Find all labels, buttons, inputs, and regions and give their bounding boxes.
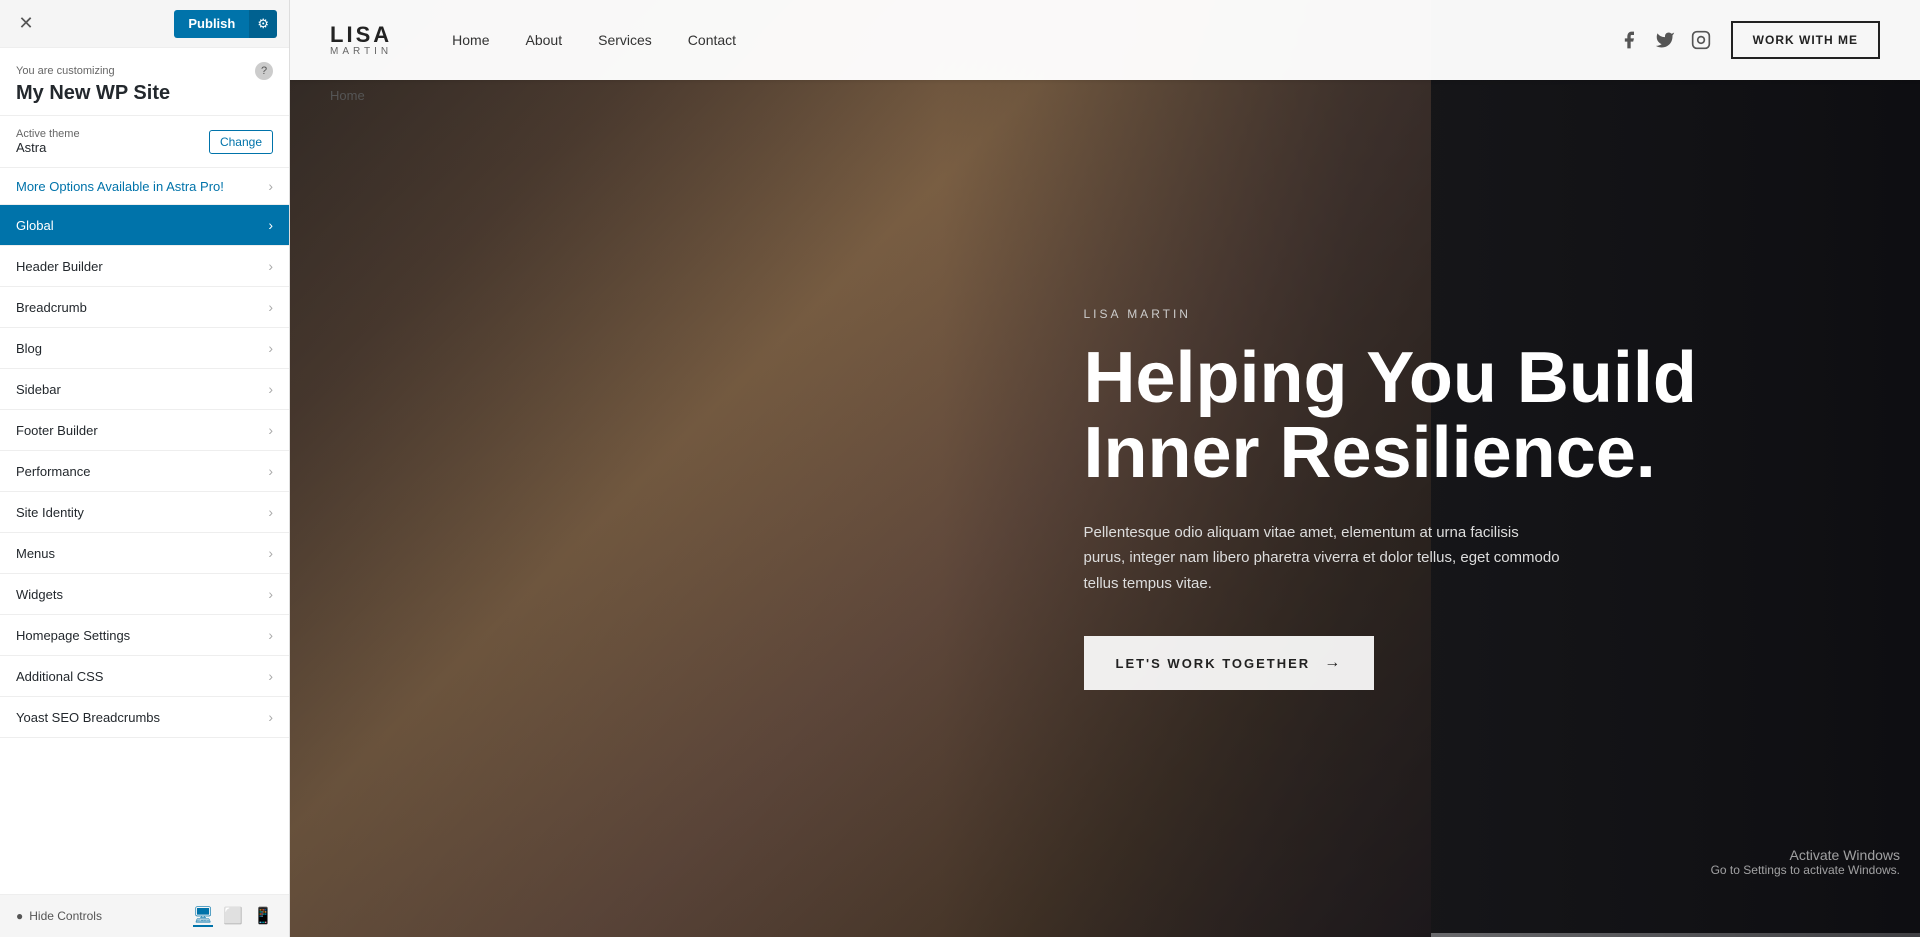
customizing-label: You are customizing ? (16, 62, 273, 80)
menu-item-widgets[interactable]: Widgets › (0, 574, 289, 615)
site-title: My New WP Site (16, 82, 273, 105)
menu-item-footer-builder[interactable]: Footer Builder › (0, 410, 289, 451)
theme-label: Active theme (16, 128, 80, 140)
lets-work-together-button[interactable]: LET'S WORK TOGETHER → (1084, 636, 1375, 690)
astra-pro-label: More Options Available in Astra Pro! (16, 179, 224, 194)
menu-item-menus[interactable]: Menus › (0, 533, 289, 574)
eye-icon: ● (16, 909, 23, 923)
hide-controls-label: Hide Controls (29, 909, 102, 923)
menu-item-chevron: › (268, 340, 273, 356)
menu-item-chevron: › (268, 381, 273, 397)
menu-item-chevron: › (268, 668, 273, 684)
nav-link-home[interactable]: Home (452, 32, 489, 48)
site-preview-panel: LISA MARTIN Home About Services Contact (290, 0, 1920, 937)
menu-item-label: Sidebar (16, 382, 61, 397)
customizer-panel: ✕ Publish ⚙ You are customizing ? My New… (0, 0, 290, 937)
menu-item-header-builder[interactable]: Header Builder › (0, 246, 289, 287)
activate-windows-title: Activate Windows (1711, 847, 1900, 863)
menu-item-label: Blog (16, 341, 42, 356)
menu-item-label: Global (16, 218, 54, 233)
lets-work-label: LET'S WORK TOGETHER (1116, 656, 1311, 671)
nav-link-services[interactable]: Services (598, 32, 652, 48)
publish-gear-icon[interactable]: ⚙ (249, 10, 277, 38)
logo-sub: MARTIN (330, 47, 392, 57)
customizing-info: You are customizing ? My New WP Site (0, 48, 289, 116)
site-preview: LISA MARTIN Home About Services Contact (290, 0, 1920, 937)
menu-item-chevron: › (268, 627, 273, 643)
facebook-icon[interactable] (1619, 30, 1639, 50)
top-bar: ✕ Publish ⚙ (0, 0, 289, 48)
menu-item-additional-css[interactable]: Additional CSS › (0, 656, 289, 697)
menu-item-site-identity[interactable]: Site Identity › (0, 492, 289, 533)
menu-item-label: Widgets (16, 587, 63, 602)
desktop-icon[interactable]: 🖥 (193, 905, 213, 927)
menu-item-label: Yoast SEO Breadcrumbs (16, 710, 160, 725)
menu-list: Global›Header Builder›Breadcrumb›Blog›Si… (0, 205, 289, 894)
astra-pro-banner[interactable]: More Options Available in Astra Pro! › (0, 168, 289, 205)
publish-label: Publish (174, 10, 249, 37)
menu-item-label: Additional CSS (16, 669, 103, 684)
menu-item-homepage-settings[interactable]: Homepage Settings › (0, 615, 289, 656)
hide-controls-button[interactable]: ● Hide Controls (16, 909, 102, 923)
menu-item-label: Breadcrumb (16, 300, 87, 315)
mobile-icon[interactable]: 📱 (253, 905, 273, 927)
menu-item-chevron: › (268, 709, 273, 725)
menu-item-chevron: › (268, 299, 273, 315)
logo-name: LISA (330, 24, 392, 46)
work-with-me-button[interactable]: WORK WITH ME (1731, 21, 1880, 59)
theme-section: Active theme Astra Change (0, 116, 289, 168)
menu-item-label: Site Identity (16, 505, 84, 520)
menu-item-label: Footer Builder (16, 423, 98, 438)
menu-item-label: Menus (16, 546, 55, 561)
activate-windows-subtitle: Go to Settings to activate Windows. (1711, 863, 1900, 877)
site-breadcrumb: Home (330, 80, 365, 111)
menu-item-chevron: › (268, 586, 273, 602)
hero-headline: Helping You Build Inner Resilience. (1084, 341, 1841, 492)
menu-item-label: Homepage Settings (16, 628, 130, 643)
menu-item-chevron: › (268, 545, 273, 561)
menu-item-chevron: › (268, 463, 273, 479)
close-button[interactable]: ✕ (12, 10, 40, 38)
menu-item-sidebar[interactable]: Sidebar › (0, 369, 289, 410)
hero-tag: LISA MARTIN (1084, 307, 1841, 321)
menu-item-global[interactable]: Global › (0, 205, 289, 246)
bottom-bar: ● Hide Controls 🖥 ⬜ 📱 (0, 894, 289, 937)
publish-button-group[interactable]: Publish ⚙ (174, 10, 277, 38)
tablet-icon[interactable]: ⬜ (223, 905, 243, 927)
info-icon[interactable]: ? (255, 62, 273, 80)
menu-item-chevron: › (268, 217, 273, 233)
hero-subtext: Pellentesque odio aliquam vitae amet, el… (1084, 520, 1564, 597)
cta-arrow: → (1324, 654, 1342, 672)
nav-link-about[interactable]: About (526, 32, 563, 48)
nav-social (1619, 30, 1711, 50)
site-nav: LISA MARTIN Home About Services Contact (290, 0, 1920, 80)
menu-item-blog[interactable]: Blog › (0, 328, 289, 369)
change-theme-button[interactable]: Change (209, 130, 273, 154)
menu-item-chevron: › (268, 258, 273, 274)
site-logo: LISA MARTIN (330, 24, 392, 57)
menu-item-yoast-seo[interactable]: Yoast SEO Breadcrumbs › (0, 697, 289, 738)
nav-links: Home About Services Contact (452, 32, 1619, 48)
hero-content: LISA MARTIN Helping You Build Inner Resi… (1024, 0, 1920, 937)
hero-headline-line2: Inner Resilience. (1084, 413, 1656, 493)
menu-item-label: Header Builder (16, 259, 103, 274)
menu-item-label: Performance (16, 464, 90, 479)
menu-item-breadcrumb[interactable]: Breadcrumb › (0, 287, 289, 328)
nav-link-contact[interactable]: Contact (688, 32, 736, 48)
activate-windows: Activate Windows Go to Settings to activ… (1711, 847, 1900, 877)
device-icons: 🖥 ⬜ 📱 (193, 905, 273, 927)
theme-name: Astra (16, 140, 80, 155)
astra-pro-chevron: › (268, 178, 273, 194)
hero-headline-line1: Helping You Build (1084, 338, 1697, 418)
twitter-icon[interactable] (1655, 30, 1675, 50)
menu-item-chevron: › (268, 422, 273, 438)
menu-item-chevron: › (268, 504, 273, 520)
menu-item-performance[interactable]: Performance › (0, 451, 289, 492)
instagram-icon[interactable] (1691, 30, 1711, 50)
